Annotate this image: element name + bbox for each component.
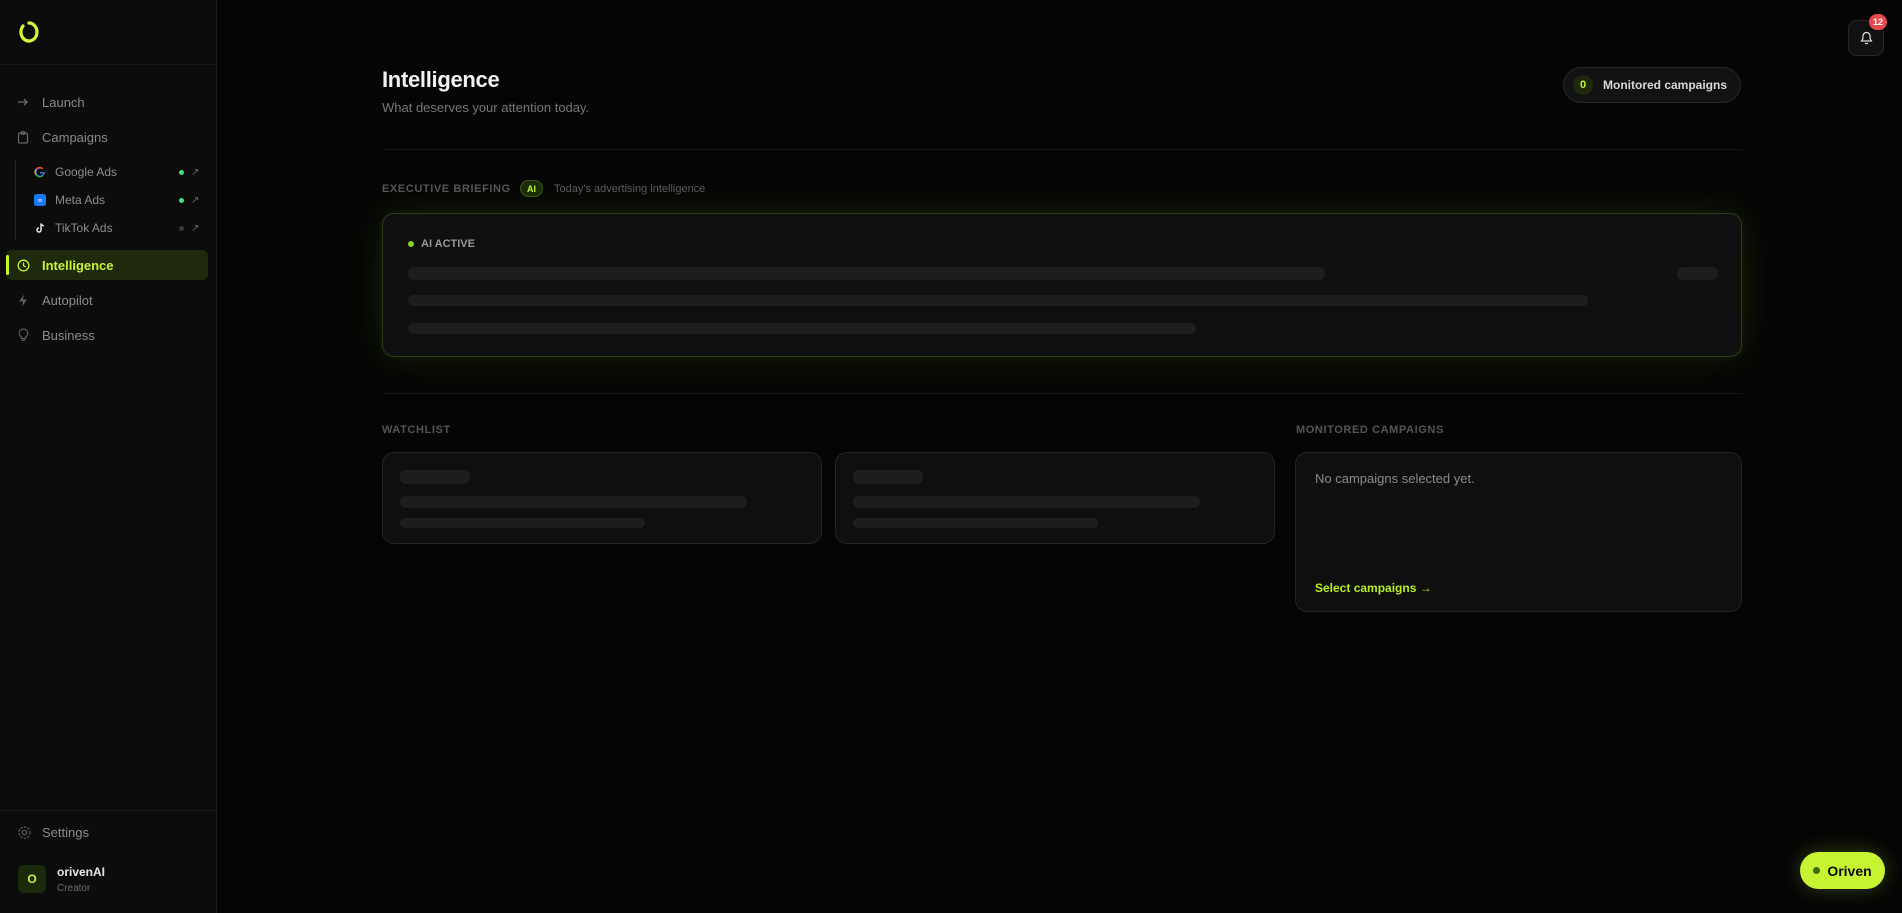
clock-icon xyxy=(15,257,31,273)
ai-active-label: AI ACTIVE xyxy=(421,238,475,250)
briefing-subtitle: Today's advertising intelligence xyxy=(554,183,706,195)
skeleton-line xyxy=(400,518,645,528)
sidebar: Launch Campaigns Google Ads ↗ ∞ Meta Ads… xyxy=(0,0,217,913)
external-link-icon[interactable]: ↗ xyxy=(191,195,199,206)
watchlist-card[interactable] xyxy=(835,452,1275,544)
skeleton-title xyxy=(400,470,470,484)
divider xyxy=(382,149,1742,150)
oriven-button-label: Oriven xyxy=(1827,862,1872,879)
skeleton-line xyxy=(853,496,1200,508)
executive-briefing-card: AI ACTIVE xyxy=(382,213,1742,357)
monitored-count-badge: 0 xyxy=(1573,75,1593,95)
empty-state-text: No campaigns selected yet. xyxy=(1315,471,1475,486)
bell-icon xyxy=(1859,31,1873,45)
status-dot-connected xyxy=(179,169,184,175)
skeleton-line xyxy=(408,267,1325,280)
submenu-line xyxy=(15,160,16,240)
skeleton-line xyxy=(400,496,747,508)
tiktok-ads-label: TikTok Ads xyxy=(55,221,113,235)
watchlist-card[interactable] xyxy=(382,452,822,544)
nav-campaigns[interactable]: Campaigns xyxy=(6,122,208,152)
select-campaigns-link[interactable]: Select campaigns → xyxy=(1315,581,1432,595)
tiktok-icon xyxy=(34,222,46,234)
status-dot xyxy=(1813,867,1821,874)
sub-item-tiktok-ads[interactable]: TikTok Ads ↗ xyxy=(34,217,204,239)
nav-launch[interactable]: Launch xyxy=(6,87,208,117)
status-dot xyxy=(408,241,414,247)
external-link-icon[interactable]: ↗ xyxy=(191,167,199,178)
logo-icon[interactable] xyxy=(18,20,40,44)
settings-label: Settings xyxy=(42,825,89,840)
skeleton-line xyxy=(408,323,1196,334)
google-icon xyxy=(34,166,46,178)
meta-ads-label: Meta Ads xyxy=(55,193,106,207)
nav-autopilot-label: Autopilot xyxy=(42,292,93,308)
settings-link[interactable]: Settings xyxy=(17,825,89,840)
oriven-assistant-button[interactable]: Oriven xyxy=(1800,852,1885,889)
divider xyxy=(382,393,1742,394)
page-subtitle: What deserves your attention today. xyxy=(382,100,590,115)
user-role: Creator xyxy=(57,883,91,894)
skeleton-title xyxy=(853,470,923,484)
sidebar-footer: Settings O orivenAI Creator xyxy=(0,810,217,913)
sub-item-google-ads[interactable]: Google Ads ↗ xyxy=(34,161,204,183)
page-title: Intelligence xyxy=(382,67,500,92)
watchlist-label: WATCHLIST xyxy=(382,424,451,436)
status-dot-connected xyxy=(179,197,184,203)
meta-icon: ∞ xyxy=(34,194,46,206)
skeleton-line xyxy=(853,518,1098,528)
monitored-campaigns-card: No campaigns selected yet. Select campai… xyxy=(1295,452,1742,612)
bulb-icon xyxy=(15,327,31,343)
nav-launch-label: Launch xyxy=(42,94,85,110)
svg-text:∞: ∞ xyxy=(37,197,43,205)
executive-briefing-label: EXECUTIVE BRIEFING xyxy=(382,183,511,195)
google-ads-label: Google Ads xyxy=(55,165,118,179)
nav-business-label: Business xyxy=(42,327,95,343)
monitored-campaigns-label: Monitored campaigns xyxy=(1603,78,1728,92)
skeleton-chip xyxy=(1677,267,1718,280)
bolt-icon xyxy=(15,292,31,308)
avatar[interactable]: O xyxy=(18,865,46,893)
skeleton-line xyxy=(408,295,1588,306)
nav-intelligence[interactable]: Intelligence xyxy=(6,250,208,280)
monitored-campaigns-section-label: MONITORED CAMPAIGNS xyxy=(1296,424,1444,436)
nav-intelligence-label: Intelligence xyxy=(42,257,114,273)
external-link-icon[interactable]: ↗ xyxy=(191,223,199,234)
notification-count-badge: 12 xyxy=(1869,14,1887,30)
nav-business[interactable]: Business xyxy=(6,320,208,350)
gear-icon xyxy=(18,826,31,839)
nav-autopilot[interactable]: Autopilot xyxy=(6,285,208,315)
monitored-campaigns-button[interactable]: 0 Monitored campaigns xyxy=(1563,67,1741,103)
status-dot-disconnected xyxy=(179,225,184,231)
sub-item-meta-ads[interactable]: ∞ Meta Ads ↗ xyxy=(34,189,204,211)
ai-badge: AI xyxy=(520,180,543,197)
nav-campaigns-label: Campaigns xyxy=(42,129,108,145)
user-name: orivenAI xyxy=(57,865,106,879)
clipboard-icon xyxy=(15,129,31,145)
ai-active-status: AI ACTIVE xyxy=(408,238,475,250)
logo-area xyxy=(0,0,216,65)
arrow-right-icon xyxy=(15,94,31,110)
